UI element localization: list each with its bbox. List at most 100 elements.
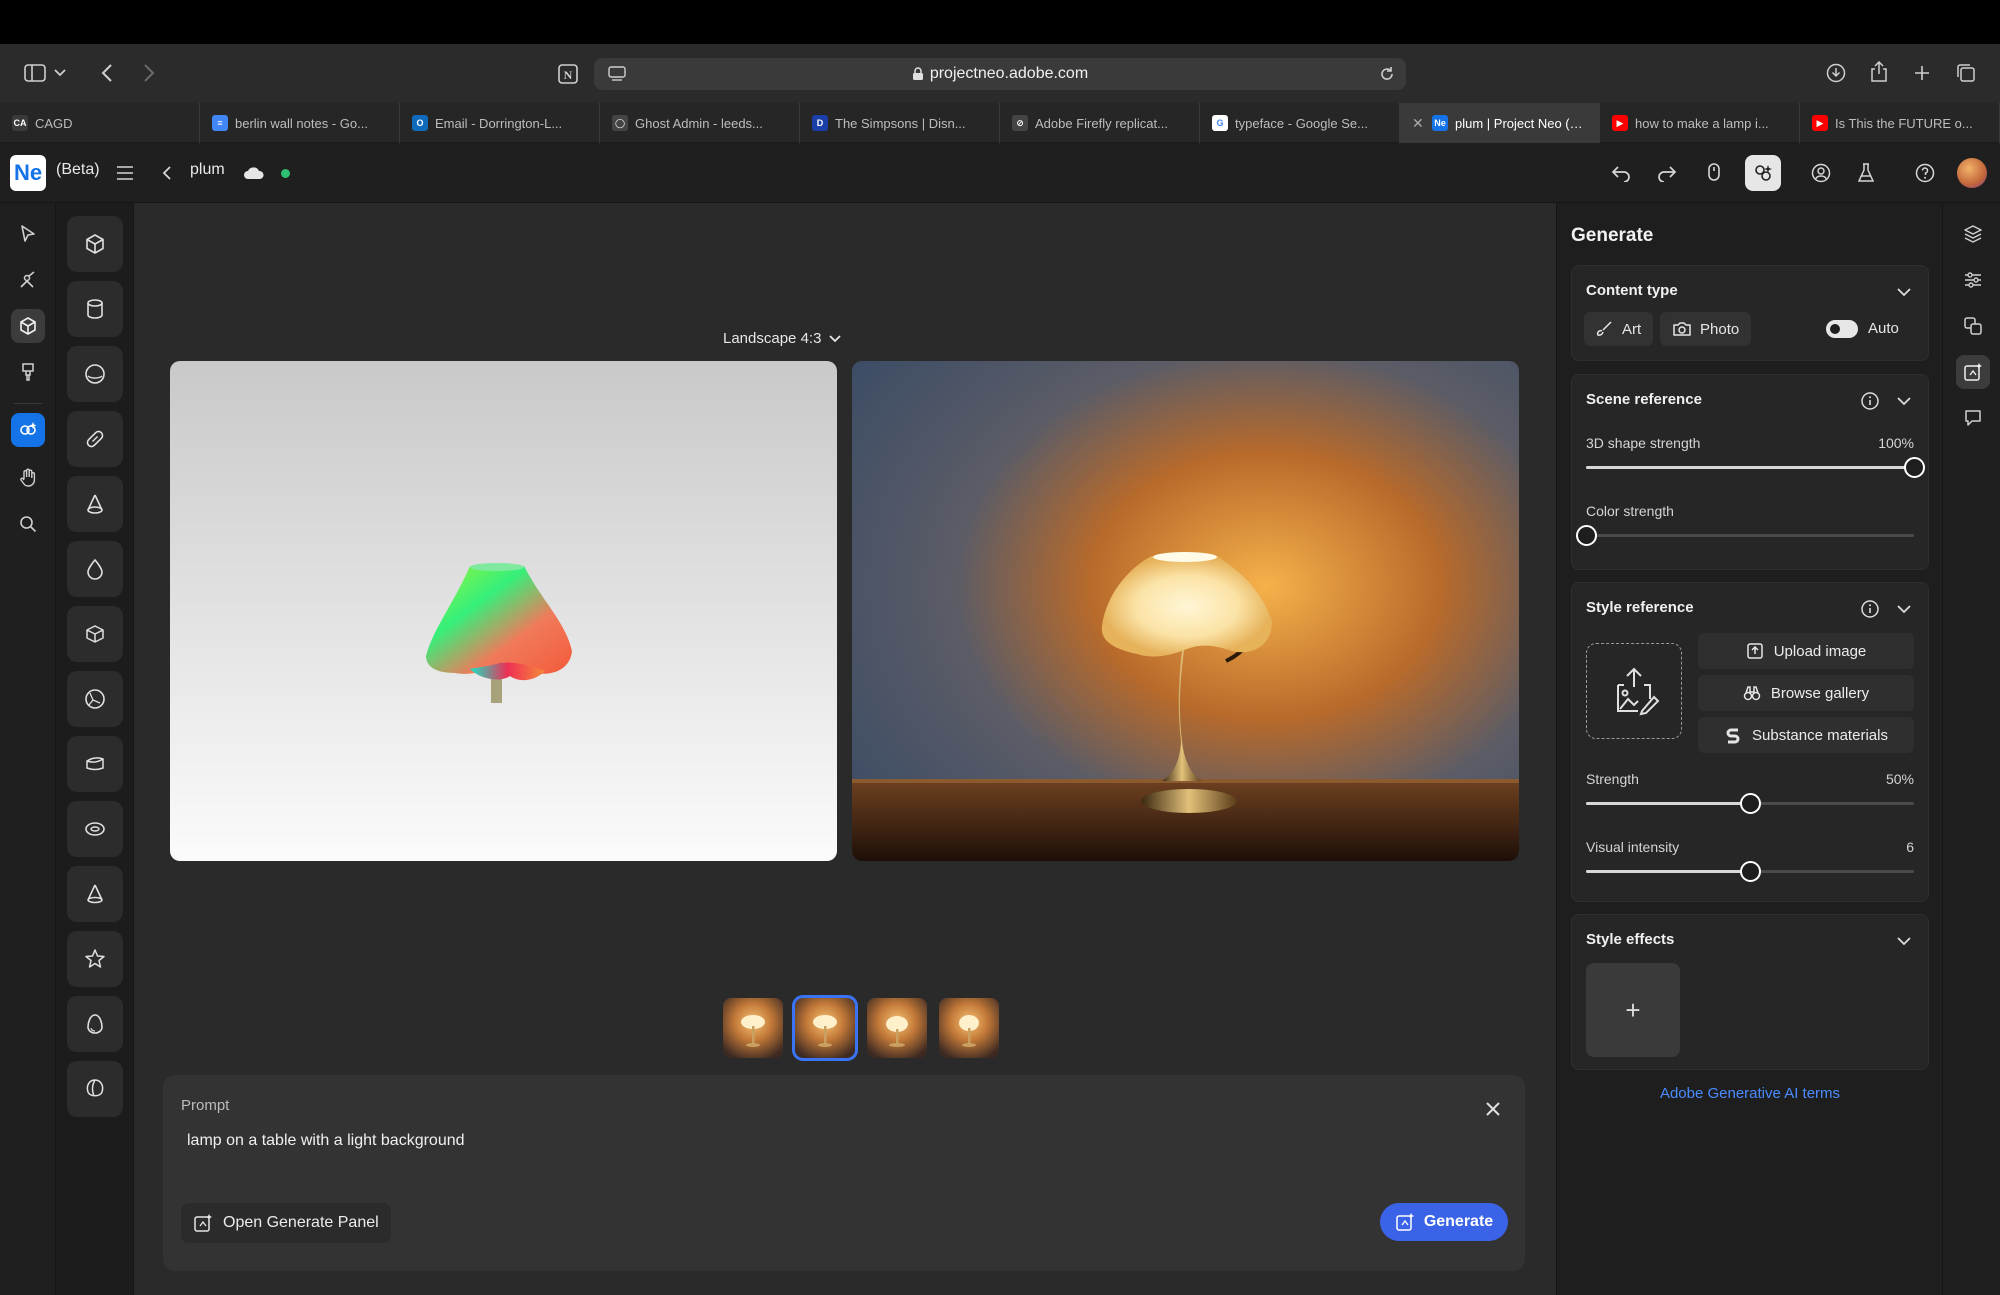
- generate-panel-icon[interactable]: [1956, 355, 1990, 389]
- browser-tab[interactable]: ◯ Ghost Admin - leeds...: [600, 103, 800, 143]
- downloads-icon[interactable]: [1821, 58, 1851, 88]
- forward-icon[interactable]: [134, 58, 164, 88]
- visual-intensity-value: 6: [1906, 839, 1914, 855]
- wedge-shape-icon[interactable]: [67, 606, 123, 662]
- generate-button[interactable]: Generate: [1380, 1203, 1508, 1241]
- egg-shape-icon[interactable]: [67, 996, 123, 1052]
- pen-path-tool-icon[interactable]: [11, 263, 45, 297]
- browser-tab[interactable]: CA CAGD: [0, 103, 200, 143]
- back-icon[interactable]: [92, 58, 122, 88]
- shape-strength-slider[interactable]: [1586, 457, 1925, 478]
- browser-tab[interactable]: Gtypeface - Google Se...: [1200, 103, 1400, 143]
- tab-close-icon[interactable]: ✕: [1412, 115, 1426, 132]
- chevron-down-icon[interactable]: [1894, 282, 1914, 302]
- capsule-shape-icon[interactable]: [67, 411, 123, 467]
- geo-sphere-shape-icon[interactable]: [67, 671, 123, 727]
- slider-handle[interactable]: [1904, 457, 1925, 478]
- generated-image-preview[interactable]: [852, 361, 1519, 861]
- strength-slider[interactable]: [1586, 793, 1914, 814]
- cone-shape-icon[interactable]: [67, 476, 123, 532]
- upload-image-button[interactable]: Upload image: [1698, 633, 1914, 669]
- back-to-projects-icon[interactable]: [152, 158, 182, 188]
- prompt-input[interactable]: lamp on a table with a light background: [187, 1132, 465, 1150]
- share-icon[interactable]: [1864, 57, 1894, 87]
- auto-toggle[interactable]: [1826, 320, 1858, 338]
- torus-shape-icon[interactable]: [67, 801, 123, 857]
- generative-ai-terms-link[interactable]: Adobe Generative AI terms: [1557, 1085, 1943, 1102]
- close-icon[interactable]: [1479, 1095, 1507, 1123]
- pyramid-shape-icon[interactable]: [67, 866, 123, 922]
- tab-overview-icon[interactable]: [1951, 58, 1981, 88]
- redo-icon[interactable]: [1652, 158, 1682, 188]
- chevron-down-icon[interactable]: [52, 58, 68, 88]
- browser-tab[interactable]: ⊘ Adobe Firefly replicat...: [1000, 103, 1200, 143]
- notion-icon[interactable]: N: [553, 59, 583, 89]
- browser-tab[interactable]: O Email - Dorrington-L...: [400, 103, 600, 143]
- assets-icon[interactable]: [1956, 309, 1990, 343]
- add-style-effect-button[interactable]: +: [1586, 963, 1680, 1057]
- style-reference-title: Style reference: [1586, 599, 1694, 616]
- generate-mode-icon[interactable]: [11, 413, 45, 447]
- browse-gallery-button[interactable]: Browse gallery: [1698, 675, 1914, 711]
- shell-shape-icon[interactable]: [67, 1061, 123, 1117]
- info-icon[interactable]: [1860, 391, 1880, 411]
- comments-icon[interactable]: [1956, 401, 1990, 435]
- menu-icon[interactable]: [110, 158, 140, 188]
- info-icon[interactable]: [1860, 599, 1880, 619]
- mouse-controls-icon[interactable]: [1699, 158, 1729, 188]
- reload-icon[interactable]: [1372, 59, 1402, 89]
- user-avatar[interactable]: [1957, 158, 1987, 188]
- variation-thumbnail[interactable]: [723, 998, 783, 1058]
- browser-tab[interactable]: ▶ how to make a lamp i...: [1600, 103, 1800, 143]
- browser-tab-active[interactable]: ✕ Ne plum | Project Neo (B...: [1400, 103, 1600, 143]
- labs-flask-icon[interactable]: [1851, 158, 1881, 188]
- hand-pan-tool-icon[interactable]: [11, 461, 45, 495]
- page-settings-icon[interactable]: [602, 59, 632, 89]
- paint-brush-tool-icon[interactable]: [11, 355, 45, 389]
- neo-logo[interactable]: Ne: [10, 155, 46, 191]
- generative-mode-icon[interactable]: [1745, 155, 1781, 191]
- color-strength-slider[interactable]: [1576, 525, 1914, 546]
- binoculars-icon: [1743, 686, 1761, 701]
- variation-thumbnail[interactable]: [939, 998, 999, 1058]
- generate-panel-icon: [194, 1214, 212, 1232]
- visual-intensity-slider[interactable]: [1586, 861, 1914, 882]
- cube-shape-icon[interactable]: [67, 216, 123, 272]
- sidebar-toggle-icon[interactable]: [20, 58, 50, 88]
- droplet-shape-icon[interactable]: [67, 541, 123, 597]
- star-shape-icon[interactable]: [67, 931, 123, 987]
- style-image-dropzone[interactable]: [1586, 643, 1682, 739]
- select-tool-icon[interactable]: [11, 217, 45, 251]
- substance-materials-button[interactable]: Substance materials: [1698, 717, 1914, 753]
- art-option[interactable]: Art: [1584, 312, 1654, 346]
- lamp-photo-render: [852, 552, 1519, 861]
- help-icon[interactable]: [1910, 158, 1940, 188]
- chevron-down-icon[interactable]: [1894, 391, 1914, 411]
- slider-handle[interactable]: [1576, 525, 1597, 546]
- browser-tab[interactable]: D The Simpsons | Disn...: [800, 103, 1000, 143]
- slider-handle[interactable]: [1740, 861, 1761, 882]
- variation-thumbnail-selected[interactable]: [792, 995, 858, 1061]
- new-tab-icon[interactable]: [1907, 58, 1937, 88]
- share-collaborate-icon[interactable]: [1806, 158, 1836, 188]
- undo-icon[interactable]: [1606, 158, 1636, 188]
- chevron-down-icon[interactable]: [1894, 931, 1914, 951]
- sphere-shape-icon[interactable]: [67, 346, 123, 402]
- project-name[interactable]: plum: [190, 161, 225, 179]
- shapes-3d-tool-icon[interactable]: [11, 309, 45, 343]
- zoom-tool-icon[interactable]: [11, 507, 45, 541]
- cushion-shape-icon[interactable]: [67, 736, 123, 792]
- chevron-down-icon[interactable]: [1894, 599, 1914, 619]
- variation-thumbnail[interactable]: [867, 998, 927, 1058]
- slider-handle[interactable]: [1740, 793, 1761, 814]
- open-generate-panel-button[interactable]: Open Generate Panel: [181, 1203, 391, 1243]
- layers-icon[interactable]: [1956, 217, 1990, 251]
- scene-3d-preview[interactable]: [170, 361, 837, 861]
- cylinder-shape-icon[interactable]: [67, 281, 123, 337]
- browser-tab[interactable]: ▶ Is This the FUTURE o...: [1800, 103, 2000, 143]
- address-bar[interactable]: projectneo.adobe.com: [594, 58, 1406, 90]
- aspect-ratio-dropdown[interactable]: Landscape 4:3: [723, 330, 842, 347]
- properties-sliders-icon[interactable]: [1956, 263, 1990, 297]
- browser-tab[interactable]: ≡ berlin wall notes - Go...: [200, 103, 400, 143]
- photo-option[interactable]: Photo: [1660, 312, 1752, 346]
